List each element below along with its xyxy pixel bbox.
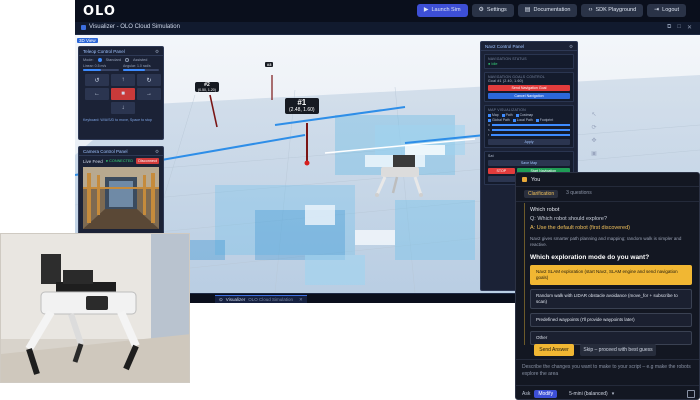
gear-icon: ⚙	[478, 7, 484, 13]
maximize-icon[interactable]: □	[677, 24, 681, 31]
viz-costmap-checkbox[interactable]: Costmap	[515, 113, 533, 117]
clarification-thread: Which robot Q: Which robot should explor…	[524, 203, 692, 345]
marker-label-2: #2 (0.50, 1.20)	[195, 82, 219, 92]
camera-control-panel: Camera Control Panel ⚙ Live Feed ● CONNE…	[78, 146, 164, 240]
left-button[interactable]: ←	[85, 88, 109, 100]
mode-assisted-radio[interactable]	[124, 58, 129, 62]
option-random-walk[interactable]: Random walk with LIDAR obstacle avoidanc…	[530, 289, 692, 309]
send-answer-button[interactable]: Send Answer	[534, 344, 574, 356]
backward-button[interactable]: ↓	[111, 102, 135, 114]
linear-speed-slider[interactable]: Linear: 0.5 m/s	[83, 64, 119, 71]
teleop-keyboard-hint: Keyboard: W/A/S/D to move, Space to stop	[83, 118, 152, 122]
navigation-status-value: ● Idle	[488, 62, 498, 66]
viewport-toolbar: ↖ ⟳ ✥ ▣	[589, 111, 599, 157]
visualizer-tab-icon: ⊙	[219, 296, 223, 302]
mode-modify-toggle[interactable]: Modify	[534, 389, 558, 398]
question-heading: Which robot	[530, 207, 560, 213]
tab-clarification[interactable]: Clarification	[524, 190, 559, 198]
viewport-label: 3D View	[77, 38, 98, 43]
cancel-navigation-button[interactable]: Cancel Navigation	[488, 93, 570, 99]
sdk-playground-button[interactable]: ‹› SDK Playground	[581, 4, 644, 17]
robot-photo	[0, 233, 190, 383]
mode-standard-radio[interactable]	[97, 58, 102, 62]
right-button[interactable]: →	[137, 88, 161, 100]
stop-navigation-button[interactable]: STOP	[488, 168, 515, 174]
option-nav2-slam[interactable]: Nav2 SLAM exploration (start Nav2, SLAM …	[530, 265, 692, 285]
live-feed-label: Live Feed	[83, 158, 103, 164]
camera-feed-image	[83, 167, 159, 229]
chat-sender: You	[531, 176, 541, 183]
question-2: Which exploration mode do you want?	[530, 254, 650, 261]
user-avatar-icon	[522, 177, 527, 182]
tab-questions[interactable]: 3 questions	[566, 190, 592, 198]
chat-composer-input[interactable]: Describe the changes you want to make to…	[516, 359, 699, 385]
answer-1: A: Use the default robot (first discover…	[530, 225, 630, 231]
angular-speed-slider[interactable]: Angular: 1.0 rad/s	[123, 64, 159, 71]
mode-ask-toggle[interactable]: Ask	[522, 391, 530, 397]
close-icon[interactable]: ✕	[687, 24, 692, 31]
settings-button[interactable]: ⚙ Settings	[471, 4, 514, 17]
rotate-left-button[interactable]: ↺	[85, 74, 109, 86]
camera-status: ● CONNECTED	[105, 159, 134, 163]
option-predefined-waypoints[interactable]: Predefined waypoints (I'll provide waypo…	[530, 313, 692, 327]
marker-label-1: #1 (2.48, 1.60)	[285, 98, 319, 114]
teleop-title: Teleop Control Panel	[83, 49, 125, 54]
disconnect-button[interactable]: Disconnect	[136, 158, 159, 164]
viz-local-path-checkbox[interactable]: Local Path	[512, 118, 533, 122]
pan-tool-icon[interactable]: ✥	[591, 137, 596, 144]
chat-tabs: Clarification 3 questions	[516, 187, 699, 202]
window-titlebar: Visualizer - OLO Cloud Simulation ⧉ □ ✕	[75, 22, 700, 35]
chevron-down-icon[interactable]: ▾	[612, 391, 615, 397]
logout-button[interactable]: ⇥ Logout	[647, 4, 686, 17]
top-nav: ▶ Launch Sim ⚙ Settings ▤ Documentation …	[416, 4, 686, 17]
stop-button[interactable]: ■	[111, 88, 135, 100]
range-slider[interactable]: r	[488, 133, 570, 137]
camera-tool-icon[interactable]: ▣	[591, 150, 597, 157]
viz-global-path-checkbox[interactable]: Global Path	[488, 118, 510, 122]
forward-button[interactable]: ↑	[111, 74, 135, 86]
question-1: Q: Which robot should explore?	[530, 216, 608, 222]
window-title: Visualizer - OLO Cloud Simulation	[89, 24, 180, 30]
viz-footprint-checkbox[interactable]: Footprint	[535, 118, 553, 122]
send-navigation-goal-button[interactable]: Send Navigation Goal	[488, 85, 570, 91]
size-slider[interactable]: s	[488, 128, 570, 132]
navigation-status-section: NAVIGATION STATUS ● Idle	[484, 54, 574, 69]
screenshot-collage: OLO ▶ Launch Sim ⚙ Settings ▤ Documentat…	[0, 0, 700, 400]
viz-path-checkbox[interactable]: Path	[501, 113, 513, 117]
close-tab-icon[interactable]: ✕	[299, 297, 303, 303]
marker-label-3: #3	[265, 62, 274, 67]
popout-icon[interactable]: ⧉	[667, 24, 671, 31]
panel-settings-icon[interactable]: ⚙	[569, 44, 573, 49]
composer-toolbar: Ask Modify 5-mini (balanced) ▾	[516, 385, 699, 399]
skip-button[interactable]: Skip – proceed with best guess	[580, 344, 656, 356]
logout-icon: ⇥	[654, 7, 660, 13]
panel-settings-icon[interactable]: ⚙	[155, 149, 159, 154]
model-select[interactable]: 5-mini (balanced)	[569, 391, 608, 397]
assistant-note: Nav2 gives smarter path planning and map…	[530, 236, 682, 247]
tab-visualizer[interactable]: ⊙ Visualizer OLO Cloud Simulation ✕	[215, 295, 307, 303]
teleop-keypad: ↺ ↑ ↻ ← ■ → ↓	[79, 71, 163, 117]
apply-visualization-button[interactable]: Apply	[488, 139, 570, 145]
pointer-tool-icon[interactable]: ↖	[591, 111, 596, 118]
map-visualization-section: MAP VISUALIZATION Map Path Costmap Globa…	[484, 105, 574, 148]
visualizer-icon	[81, 24, 86, 30]
rotate-tool-icon[interactable]: ⟳	[591, 124, 596, 131]
assistant-chat-panel: You Clarification 3 questions Which robo…	[515, 172, 700, 400]
panel-settings-icon[interactable]: ⚙	[155, 49, 159, 54]
nav2-title: Nav2 Control Panel	[485, 44, 525, 49]
documentation-button[interactable]: ▤ Documentation	[517, 4, 578, 17]
book-icon: ▤	[524, 7, 531, 13]
viz-map-checkbox[interactable]: Map	[488, 113, 499, 117]
play-icon: ▶	[423, 7, 429, 13]
camera-title: Camera Control Panel	[83, 149, 128, 154]
launch-sim-button[interactable]: ▶ Launch Sim	[416, 4, 468, 17]
navigation-goals-section: NAVIGATION GOALS CONTROL Goal #1 (2.40, …	[484, 72, 574, 102]
option-other[interactable]: Other	[530, 331, 692, 345]
teleop-control-panel: Teleop Control Panel ⚙ Mode: Standard As…	[78, 46, 164, 140]
app-header: ▶ Launch Sim ⚙ Settings ▤ Documentation …	[75, 0, 700, 22]
code-icon: ‹›	[588, 7, 593, 13]
rotate-right-button[interactable]: ↻	[137, 74, 161, 86]
opacity-slider[interactable]: α	[488, 123, 570, 127]
send-icon[interactable]	[687, 389, 695, 398]
